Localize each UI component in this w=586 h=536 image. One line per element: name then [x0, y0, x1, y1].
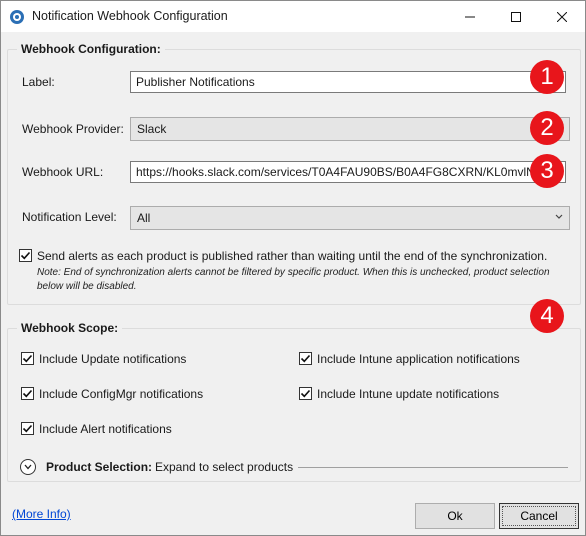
callout-badge-4: 4 [530, 299, 564, 333]
label-caption: Label: [22, 75, 55, 89]
maximize-button[interactable] [493, 1, 539, 32]
include-intune-application-label: Include Intune application notifications [317, 352, 520, 366]
notification-level-dropdown[interactable]: All [130, 206, 570, 230]
cancel-button[interactable]: Cancel [499, 503, 579, 529]
include-update-label: Include Update notifications [39, 352, 187, 366]
url-caption: Webhook URL: [22, 165, 104, 179]
ok-button[interactable]: Ok [415, 503, 495, 529]
chevron-down-icon [555, 214, 563, 219]
include-configmgr-checkbox[interactable] [21, 387, 34, 400]
synchronization-note: Note: End of synchronization alerts cann… [37, 267, 550, 292]
webhook-url-field[interactable]: https://hooks.slack.com/services/T0A4FAU… [130, 161, 566, 183]
product-selection-label: Product Selection: [46, 460, 153, 474]
provider-selected-value: Slack [137, 122, 167, 136]
app-logo-icon [9, 9, 25, 25]
webhook-configuration-legend: Webhook Configuration: [17, 42, 165, 56]
checkmark-icon [300, 354, 311, 363]
include-intune-update-label: Include Intune update notifications [317, 387, 500, 401]
include-alert-label: Include Alert notifications [39, 422, 172, 436]
close-button[interactable] [539, 1, 585, 32]
include-alert-checkbox[interactable] [21, 422, 34, 435]
webhook-scope-group: Webhook Scope: Include Update notificati… [7, 321, 581, 482]
checkmark-icon [22, 389, 33, 398]
label-field[interactable]: Publisher Notifications [130, 71, 566, 93]
dialog-window: Notification Webhook Configuration Webho… [0, 0, 586, 536]
minimize-button[interactable] [447, 1, 493, 32]
provider-dropdown[interactable]: Slack [130, 117, 570, 141]
chevron-down-circle-icon [24, 464, 32, 470]
callout-badge-1: 1 [530, 60, 564, 94]
product-selection-expander[interactable] [20, 459, 36, 475]
send-alerts-checkbox[interactable] [19, 249, 32, 262]
product-selection-divider [298, 467, 568, 468]
include-intune-update-checkbox[interactable] [299, 387, 312, 400]
title-bar[interactable]: Notification Webhook Configuration [1, 1, 585, 32]
webhook-configuration-group: Webhook Configuration: Label: Publisher … [7, 42, 581, 305]
checkmark-icon [20, 251, 31, 260]
checkmark-icon [22, 354, 33, 363]
callout-badge-3: 3 [530, 154, 564, 188]
include-update-checkbox[interactable] [21, 352, 34, 365]
close-icon [557, 11, 567, 22]
maximize-icon [511, 11, 521, 22]
include-intune-application-checkbox[interactable] [299, 352, 312, 365]
window-title: Notification Webhook Configuration [32, 9, 228, 23]
product-selection-hint: Expand to select products [155, 460, 294, 474]
send-alerts-label: Send alerts as each product is published… [37, 249, 548, 263]
minimize-icon [465, 16, 475, 17]
webhook-scope-legend: Webhook Scope: [17, 321, 123, 335]
level-caption: Notification Level: [22, 210, 117, 224]
include-configmgr-label: Include ConfigMgr notifications [39, 387, 204, 401]
more-info-link[interactable]: (More Info) [12, 507, 71, 521]
callout-badge-2: 2 [530, 111, 564, 145]
provider-caption: Webhook Provider: [22, 122, 124, 136]
checkmark-icon [22, 424, 33, 433]
checkmark-icon [300, 389, 311, 398]
level-selected-value: All [137, 211, 151, 225]
